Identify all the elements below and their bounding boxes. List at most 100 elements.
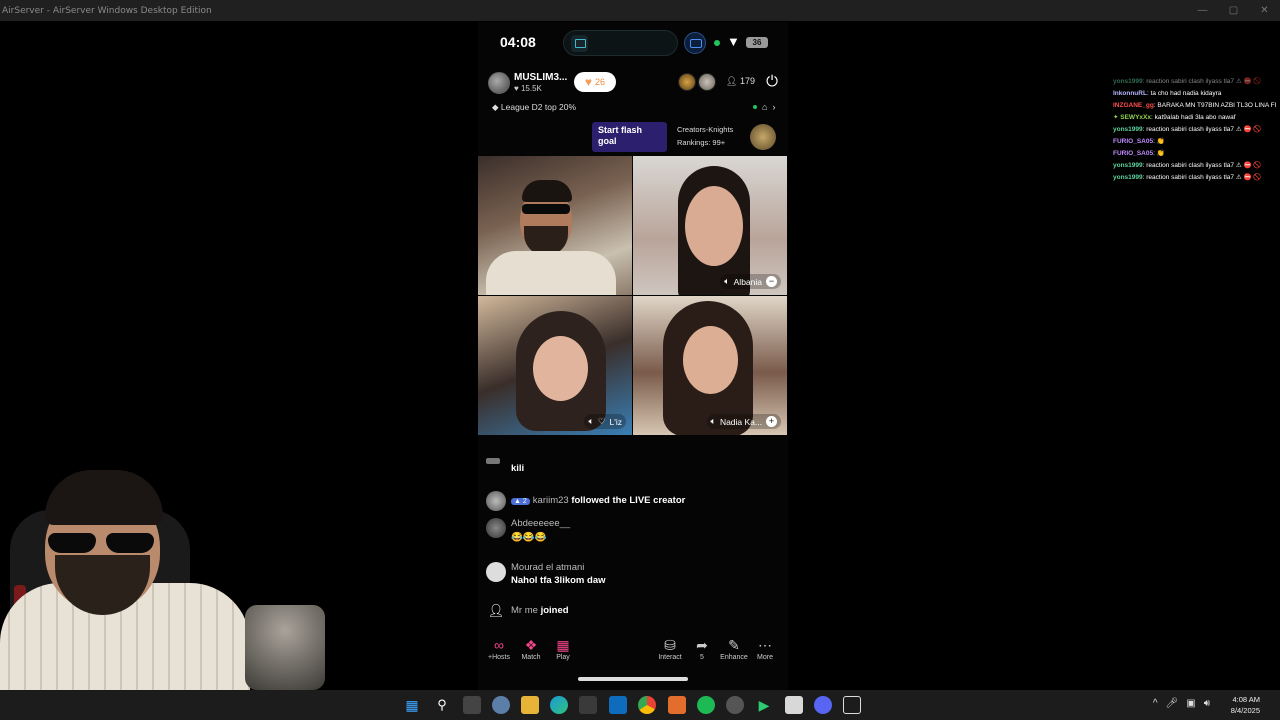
- tray-date: 8/4/2025: [1230, 706, 1260, 715]
- discord-icon[interactable]: [814, 696, 832, 714]
- match-button[interactable]: ❖ Match: [514, 636, 548, 661]
- league-badge[interactable]: ◆ League D2 top 20%: [492, 102, 576, 113]
- settings-gear-icon[interactable]: [492, 696, 510, 714]
- file-explorer-icon[interactable]: [521, 696, 539, 714]
- play-icon[interactable]: ▶: [755, 696, 773, 714]
- guest-name: Albania: [733, 276, 762, 287]
- stream-chat-user: FURIO_SA05: [1113, 150, 1154, 157]
- person-icon: 👤︎: [726, 76, 740, 86]
- speaker-icon: 🔈︎: [588, 416, 594, 426]
- chat-user: Mr me joined: [511, 605, 569, 616]
- host-header: MUSLIM3... ♥ 15.5K ♥ 26 👤︎ 179 ⏻: [488, 70, 788, 96]
- stream-chat-line: InkonnuRL: ta cho had nadia kidayra: [1113, 88, 1280, 100]
- guest-tile-host[interactable]: [478, 156, 632, 295]
- stream-chat-user: FURIO_SA05: [1113, 138, 1154, 145]
- top-viewers[interactable]: [678, 73, 718, 93]
- stream-chat-msg: : BARAKA MN T97BIN AZBI TL3O LINA FI: [1153, 102, 1277, 109]
- guest-tile-2[interactable]: 🔈︎ Albania −: [633, 156, 787, 295]
- edge-icon[interactable]: [550, 696, 568, 714]
- stream-chat-line: FURIO_SA05: 👏: [1113, 136, 1280, 148]
- spotify-icon[interactable]: [697, 696, 715, 714]
- volume-icon[interactable]: 🔊︎: [1204, 698, 1210, 709]
- chevron-up-icon[interactable]: ^: [1153, 698, 1158, 709]
- start-flash-goal-button[interactable]: Start flash goal: [592, 122, 667, 152]
- guest-tile-3[interactable]: 🔈︎ ♡ L'iz: [478, 296, 632, 435]
- stream-chat-msg: : 👏: [1153, 138, 1165, 145]
- play-button[interactable]: ▦ Play: [546, 636, 580, 661]
- interact-button[interactable]: ⛁ Interact: [653, 636, 687, 661]
- guest-label[interactable]: 🔈︎ ♡ L'iz: [584, 414, 626, 429]
- windows-start-icon[interactable]: ▦: [403, 696, 421, 714]
- window-title: AirServer - AirServer Windows Desktop Ed…: [2, 5, 212, 16]
- hosts-button[interactable]: ∞ +Hosts: [482, 636, 516, 661]
- enhance-button[interactable]: ✎ Enhance: [717, 636, 751, 661]
- screen-mirror-icon[interactable]: [684, 32, 706, 54]
- app-icon[interactable]: [668, 696, 686, 714]
- chat-username: Mr me: [511, 605, 538, 616]
- chat-user: ▲ 2 kariim23 followed the LIVE creator: [511, 495, 685, 506]
- app-icon[interactable]: [785, 696, 803, 714]
- app-icon[interactable]: [726, 696, 744, 714]
- microphone-icon[interactable]: 🎤︎: [1166, 698, 1179, 709]
- search-icon[interactable]: ⚲: [433, 696, 451, 714]
- knight-badge-icon[interactable]: [750, 124, 776, 150]
- task-view-icon[interactable]: [463, 696, 481, 714]
- guest-label[interactable]: 🔈︎ Albania −: [720, 274, 781, 289]
- chat-text: 😂😂😂: [511, 532, 547, 543]
- host-likes: ♥ 15.5K: [514, 84, 542, 93]
- clock[interactable]: 4:08 AM 8/4/2025: [1231, 694, 1260, 716]
- viewer-count[interactable]: 👤︎ 179: [726, 76, 755, 87]
- guest-shirt: [486, 251, 616, 295]
- match-icon: ❖: [524, 637, 538, 653]
- chat-user: Mourad el atmani: [511, 562, 585, 573]
- league-actions: ⌂ ›: [753, 102, 775, 112]
- microphone-icon: [245, 605, 325, 690]
- heart-button[interactable]: ♥ 26: [574, 72, 616, 92]
- stream-chat-user: yons1999: [1113, 174, 1143, 181]
- store-icon[interactable]: [579, 696, 597, 714]
- home-icon[interactable]: ⌂: [762, 102, 767, 112]
- power-icon[interactable]: ⏻: [762, 72, 782, 92]
- app-icon[interactable]: [843, 696, 861, 714]
- chat-username: kariim23: [532, 495, 569, 506]
- viewer-avatar[interactable]: [698, 73, 716, 91]
- window-controls: — ▢ ✕: [1187, 0, 1280, 21]
- home-indicator[interactable]: [578, 677, 688, 681]
- plus-icon[interactable]: +: [766, 416, 777, 427]
- chrome-icon[interactable]: [638, 696, 656, 714]
- chat-user: Abdeeeeee__: [511, 518, 571, 529]
- share-icon: ➦: [696, 637, 708, 653]
- guest-face: [683, 326, 738, 394]
- guest-face: [685, 186, 743, 266]
- stream-chat-user: yons1999: [1113, 126, 1143, 133]
- close-button[interactable]: ✕: [1249, 0, 1280, 21]
- stream-chat-user: INZGANE_gg: [1113, 102, 1154, 109]
- network-icon[interactable]: ▣: [1186, 698, 1195, 709]
- stream-chat-msg: : 👏: [1153, 150, 1165, 157]
- league-label: League D2 top 20%: [500, 102, 577, 112]
- more-button[interactable]: ⋯ More: [748, 636, 782, 661]
- sunglasses-icon: [48, 533, 158, 555]
- minimize-button[interactable]: —: [1187, 0, 1218, 21]
- avatar: [486, 518, 506, 538]
- host-avatar[interactable]: [488, 72, 510, 94]
- creators-ranking[interactable]: Creators-Knights Rankings: 99+: [677, 123, 733, 149]
- viewer-avatar[interactable]: [678, 73, 696, 91]
- multi-guest-grid: ❙❙❙ 🔈︎ Albania − 🔈︎ ♡ L'iz: [478, 156, 788, 436]
- more-icon: ⋯: [758, 637, 772, 653]
- stream-chat-msg: : reaction sabiri clash ilyass tla7 ⚠ ⛔ …: [1142, 126, 1262, 133]
- minus-icon[interactable]: −: [766, 276, 777, 287]
- maximize-button[interactable]: ▢: [1218, 0, 1249, 21]
- level-badge: ▲ 2: [511, 498, 530, 505]
- share-button[interactable]: ➦ 5: [685, 636, 719, 661]
- screen-recording-pill[interactable]: [563, 30, 678, 56]
- chevron-right-icon[interactable]: ›: [772, 102, 775, 112]
- outlook-icon[interactable]: [609, 696, 627, 714]
- stream-chat-user: yons1999: [1113, 162, 1143, 169]
- guest-tile-4[interactable]: 🔈︎ Nadia Ka... +: [633, 296, 787, 435]
- guest-label[interactable]: 🔈︎ Nadia Ka... +: [706, 414, 781, 429]
- speaker-icon: 🔈︎: [724, 276, 730, 286]
- host-name[interactable]: MUSLIM3...: [514, 72, 567, 83]
- streamer-hair: [45, 470, 163, 525]
- online-dot-icon: [753, 105, 757, 109]
